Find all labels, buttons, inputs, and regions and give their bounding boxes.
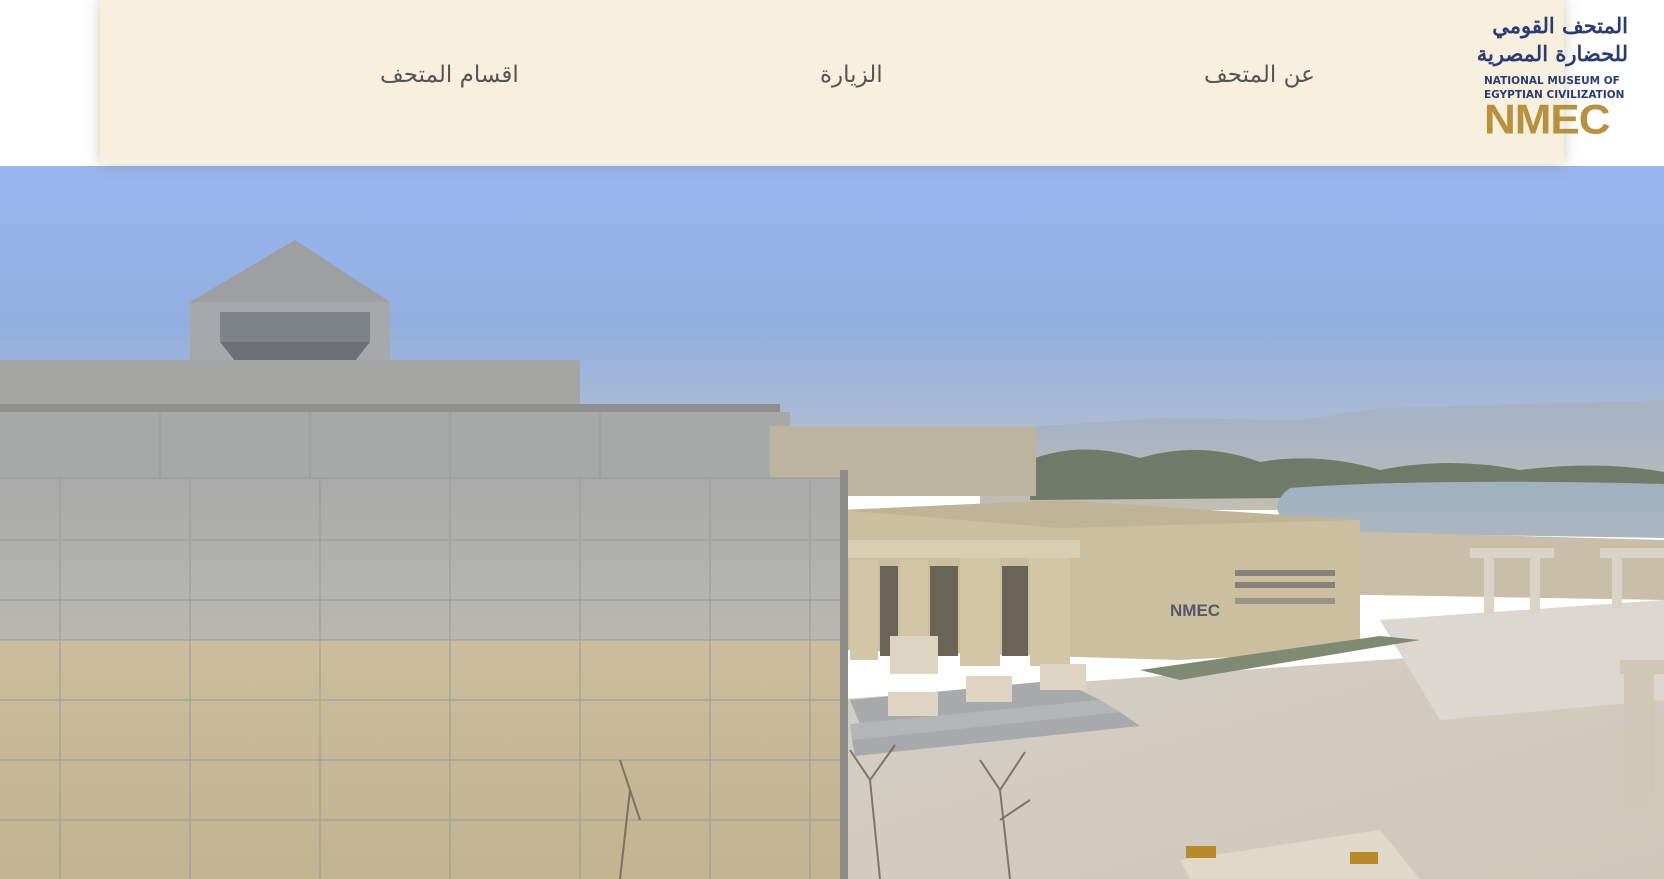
nmec-logo[interactable]: المتحف القومي للحضارة المصرية NATIONAL M… [1476,12,1628,143]
logo-acronym: NMEC [1484,96,1611,143]
nav-about-museum[interactable]: عن المتحف [1204,62,1315,88]
page: اقسام المتحف الزيارة عن المتحف المتحف ال… [0,0,1664,879]
logo-arabic-line1: المتحف القومي [1492,13,1628,38]
building-signage: NMEC [1170,601,1220,620]
nav-museum-sections[interactable]: اقسام المتحف [380,62,519,88]
logo-arabic-line2: للحضارة المصرية [1476,41,1628,66]
nav-visit[interactable]: الزيارة [820,62,883,88]
hero-image: NMEC [0,166,1664,879]
museum-aerial-photo: NMEC [0,166,1664,879]
site-header: اقسام المتحف الزيارة عن المتحف المتحف ال… [100,0,1628,164]
logo-english-line1: NATIONAL MUSEUM OF [1484,75,1620,87]
